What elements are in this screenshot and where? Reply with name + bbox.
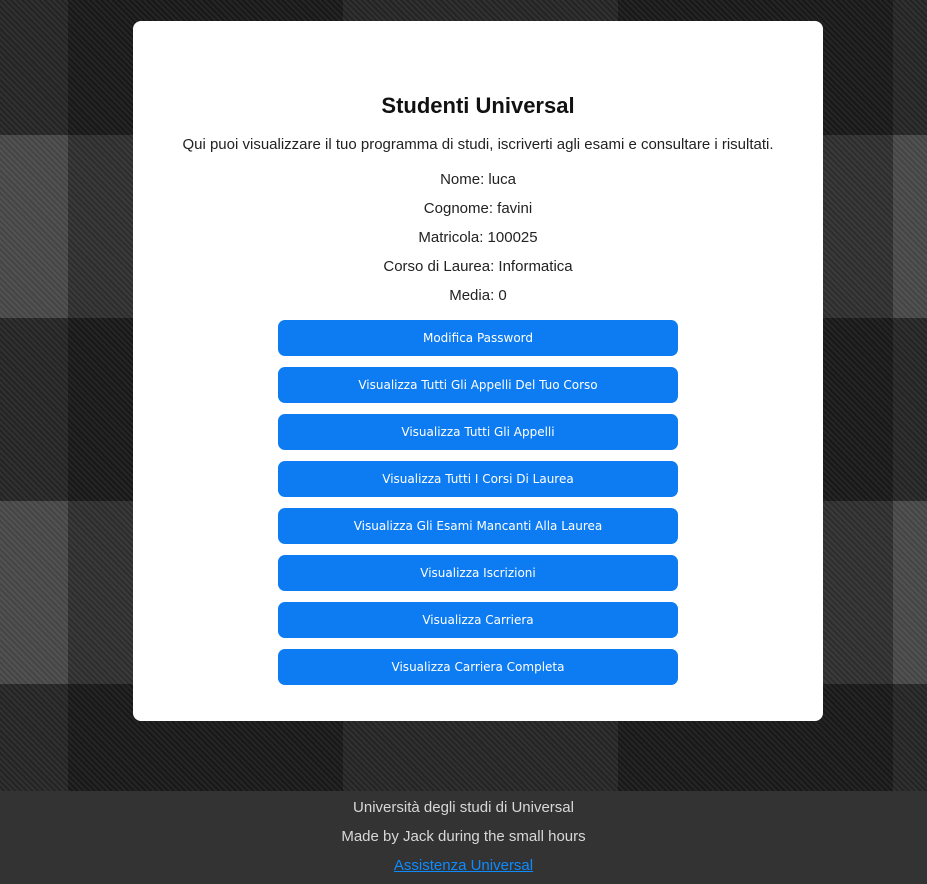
change-password-button[interactable]: Modifica Password (278, 320, 678, 356)
all-degree-courses-button[interactable]: Visualizza Tutti I Corsi Di Laurea (278, 461, 678, 497)
info-student-id: Matricola: 100025 (418, 229, 538, 246)
footer-university: Università degli studi di Universal (353, 799, 574, 816)
footer-support: Assistenza Universal (0, 849, 927, 878)
course-exam-sessions-button[interactable]: Visualizza Tutti Gli Appelli Del Tuo Cor… (278, 367, 678, 403)
all-exam-sessions-button[interactable]: Visualizza Tutti Gli Appelli (278, 414, 678, 450)
career-button[interactable]: Visualizza Carriera (278, 602, 678, 638)
missing-exams-button[interactable]: Visualizza Gli Esami Mancanti Alla Laure… (278, 508, 678, 544)
intro-text: Qui puoi visualizzare il tuo programma d… (182, 136, 774, 153)
enrollments-button[interactable]: Visualizza Iscrizioni (278, 555, 678, 591)
page-title: Studenti Universal (381, 93, 575, 118)
info-degree-course: Corso di Laurea: Informatica (383, 258, 573, 275)
info-name: Nome: luca (440, 171, 516, 188)
support-link[interactable]: Assistenza Universal (394, 857, 533, 874)
full-career-button[interactable]: Visualizza Carriera Completa (278, 649, 678, 685)
student-info: Nome: luca Cognome: favini Matricola: 10… (133, 165, 823, 310)
footer-credits: Made by Jack during the small hours (341, 828, 586, 845)
student-card: Studenti Universal Qui puoi visualizzare… (133, 21, 823, 721)
info-average: Media: 0 (449, 287, 507, 304)
info-surname: Cognome: favini (423, 200, 533, 217)
action-buttons: Modifica Password Visualizza Tutti Gli A… (278, 320, 678, 696)
page-footer: Università degli studi di Universal Made… (0, 791, 927, 884)
